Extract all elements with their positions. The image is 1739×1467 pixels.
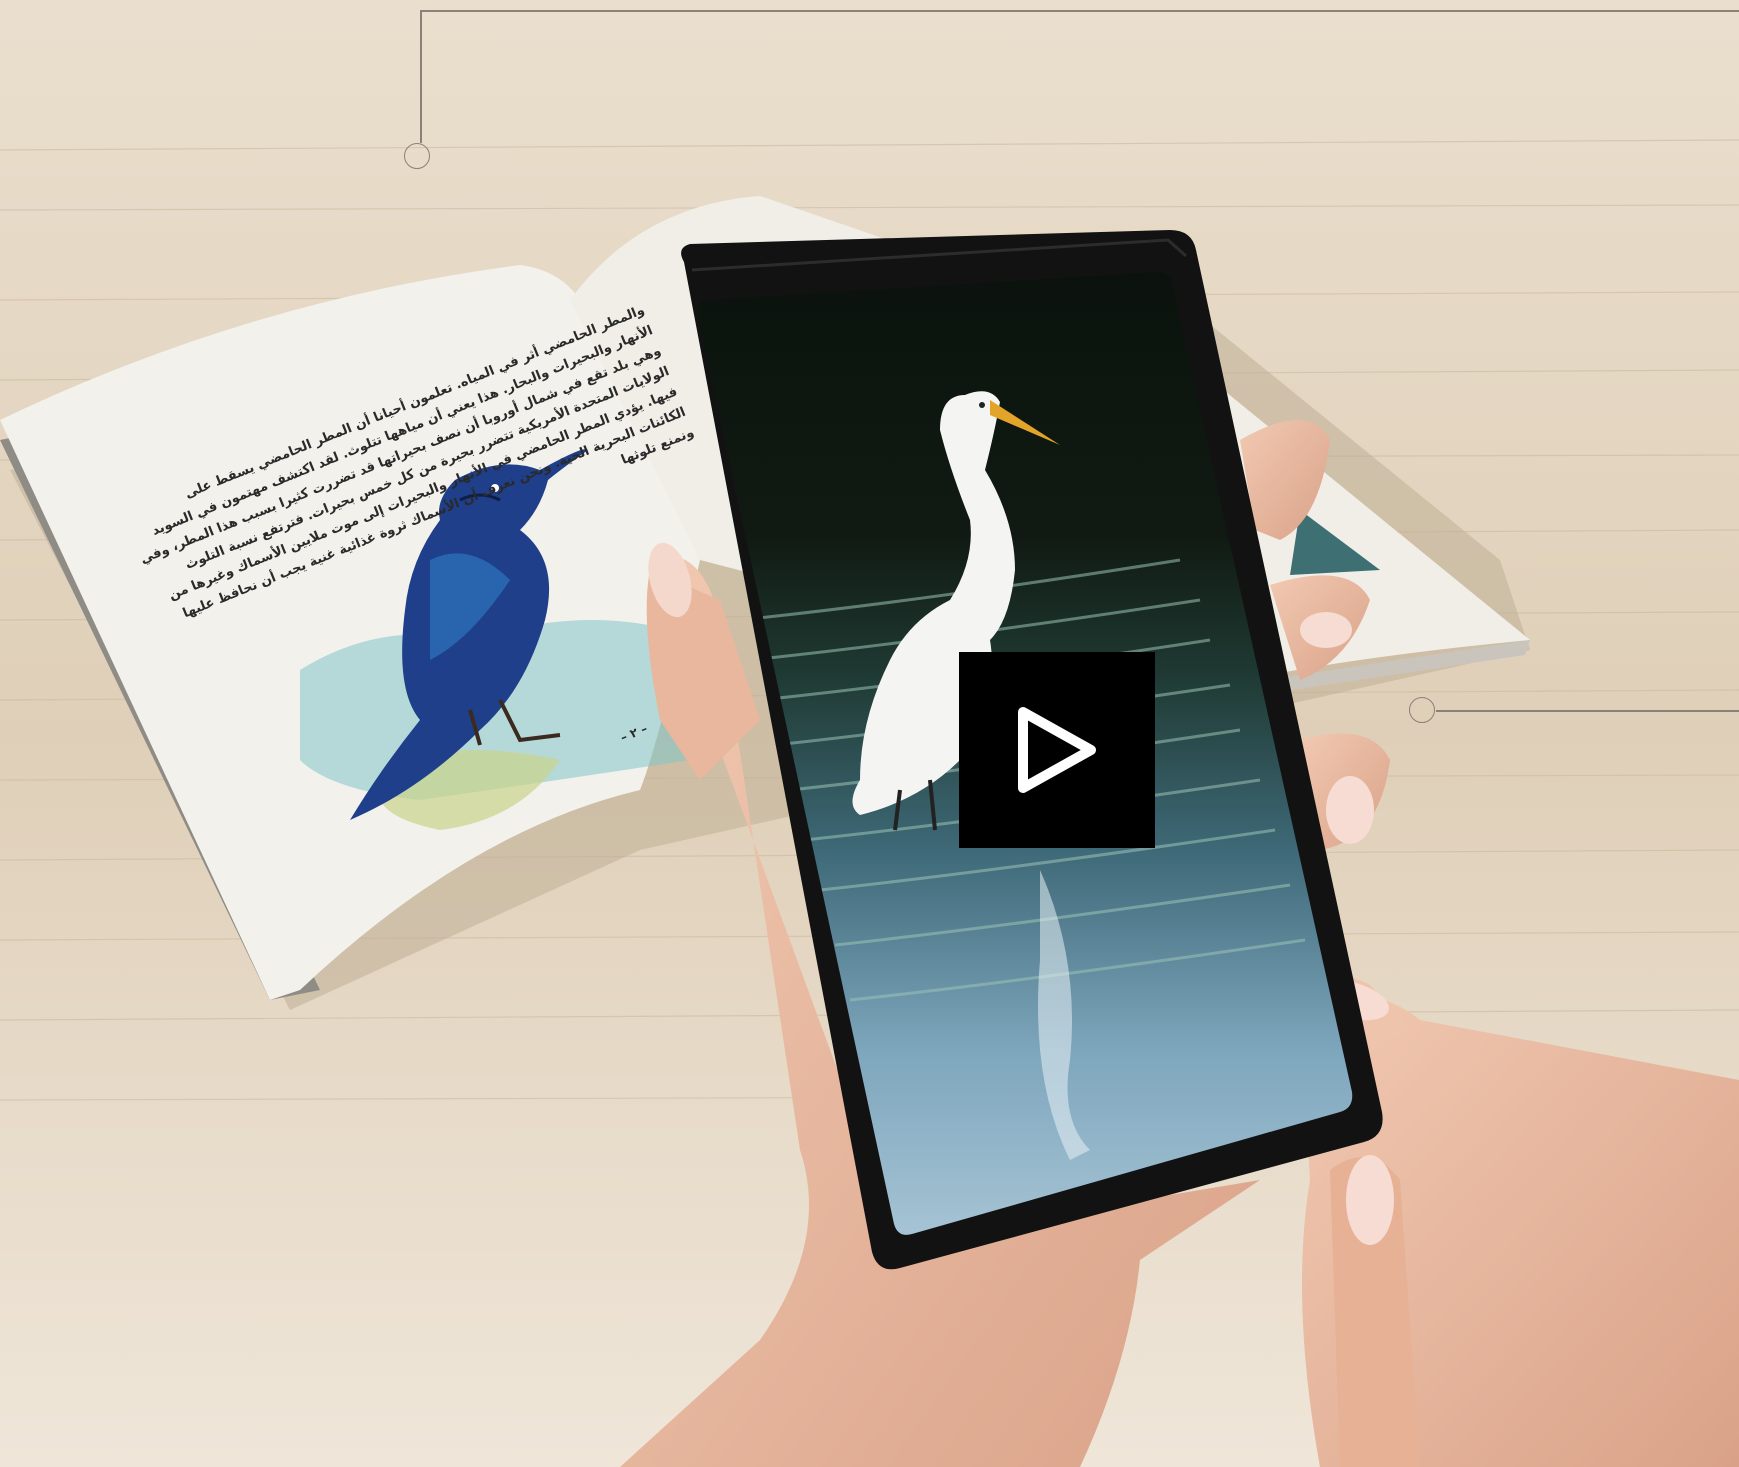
play-icon (1018, 707, 1096, 793)
connector-node-top (404, 143, 430, 169)
connector-node-right (1409, 697, 1435, 723)
scene-illustration (0, 0, 1739, 1467)
video-play-button[interactable] (959, 652, 1155, 848)
connector-line-vertical (420, 10, 422, 143)
connector-line-right (1436, 710, 1739, 712)
connector-line-top (420, 10, 1739, 12)
